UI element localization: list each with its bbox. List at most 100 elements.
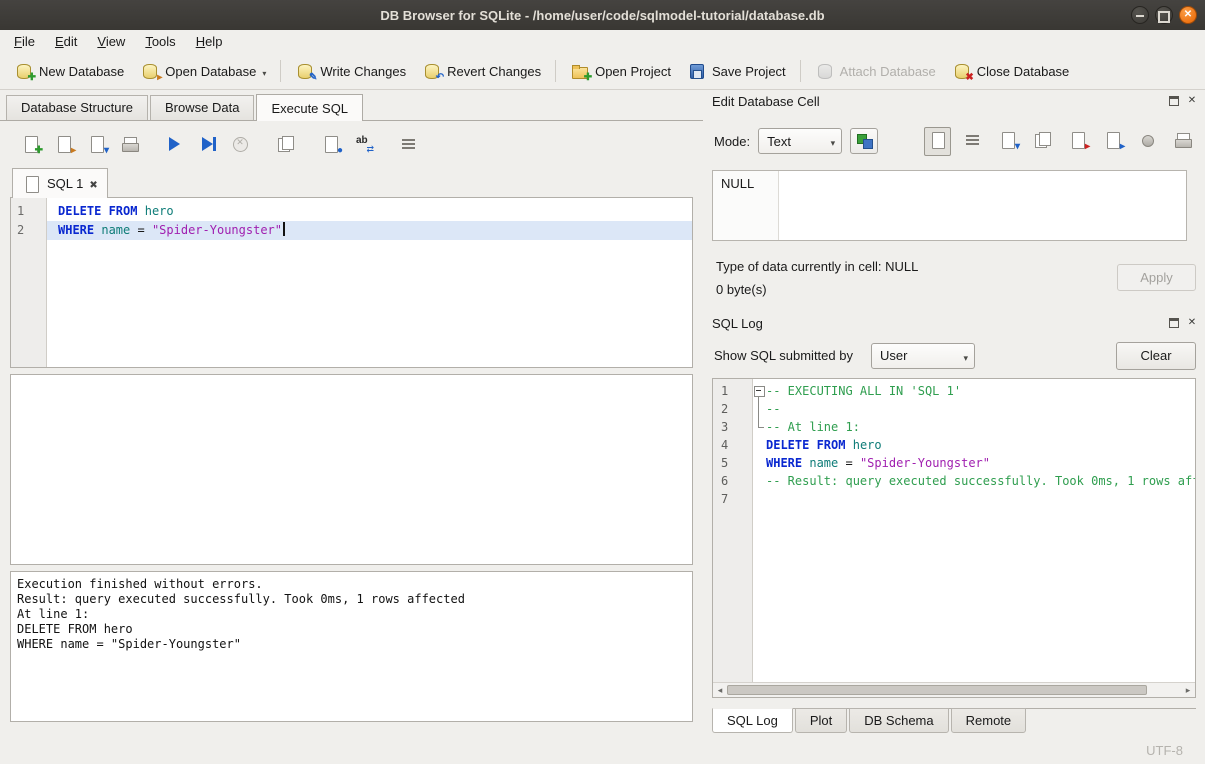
cell-edit-area[interactable]: NULL [712, 170, 1187, 241]
minimize-icon[interactable] [1131, 6, 1149, 24]
fold-marker-icon [753, 382, 766, 400]
toolbar-button-label: Revert Changes [447, 64, 541, 79]
open-database-button[interactable]: ▸Open Database [132, 57, 274, 85]
tab-plot[interactable]: Plot [795, 708, 847, 733]
horizontal-scrollbar[interactable] [713, 682, 1195, 697]
export-file-button[interactable]: ▸ [1064, 127, 1091, 156]
tab-execute-sql[interactable]: Execute SQL [256, 94, 363, 121]
auto-switch-mode-button[interactable] [850, 128, 878, 154]
line-number: 5 [713, 454, 752, 472]
close-database-button[interactable]: ✖Close Database [944, 57, 1078, 85]
chevron-down-icon[interactable] [262, 64, 266, 79]
maximize-icon[interactable] [1155, 6, 1173, 24]
text-cursor [283, 222, 285, 236]
scroll-right-icon[interactable] [1181, 684, 1195, 696]
code-token: -- EXECUTING ALL IN 'SQL 1' [766, 382, 961, 400]
execution-message-box[interactable]: Execution finished without errors.Result… [10, 571, 693, 722]
apply-button: Apply [1117, 264, 1196, 291]
word-wrap-icon [963, 131, 982, 149]
fold-marker-icon [753, 400, 766, 418]
log-filter-select[interactable]: User [871, 343, 975, 369]
close-dock-icon[interactable] [1185, 316, 1199, 330]
code-token: DELETE FROM [58, 204, 137, 218]
log-filter-label: Show SQL submitted by [714, 348, 853, 363]
tab-remote[interactable]: Remote [951, 708, 1027, 733]
save-sql-file-button[interactable]: ▾ [80, 131, 113, 160]
execute-all-icon [165, 135, 184, 153]
tab-database-structure[interactable]: Database Structure [6, 95, 148, 120]
tab-sql-1[interactable]: SQL 1 [12, 168, 108, 198]
editor-text-area[interactable]: DELETE FROM heroWHERE name = "Spider-You… [47, 198, 692, 367]
close-tab-icon[interactable] [89, 176, 97, 191]
scroll-left-icon[interactable] [713, 684, 727, 696]
title-bar[interactable]: DB Browser for SQLite - /home/user/code/… [0, 0, 1205, 30]
copy-button[interactable] [1029, 127, 1056, 156]
document-icon [22, 175, 41, 193]
mode-select[interactable]: Text [758, 128, 842, 154]
message-line: WHERE name = "Spider-Youngster" [17, 637, 686, 652]
execute-all-button[interactable] [158, 131, 191, 160]
revert-changes-button[interactable]: ↶Revert Changes [414, 57, 549, 85]
code-token: = [130, 223, 152, 237]
save-project-button[interactable]: Save Project [679, 57, 794, 85]
cell-mode-row: Mode: Text ▾▸▸ [714, 126, 1196, 156]
float-dock-icon[interactable] [1167, 316, 1181, 330]
new-database-button[interactable]: ✚New Database [6, 57, 132, 85]
mode-select-value: Text [767, 134, 791, 149]
toolbar-button-label: Write Changes [320, 64, 406, 79]
find-replace-button[interactable] [347, 131, 380, 160]
toolbar-button-label: Attach Database [840, 64, 936, 79]
import-file-button[interactable]: ▾ [994, 127, 1021, 156]
tab-sql-log[interactable]: SQL Log [712, 708, 793, 733]
clear-log-button[interactable]: Clear [1116, 342, 1196, 370]
execute-current-line-button[interactable] [191, 131, 224, 160]
word-wrap-button[interactable] [959, 127, 986, 156]
open-sql-file-button[interactable]: ▸ [47, 131, 80, 160]
open-project-button[interactable]: ✚Open Project [562, 57, 679, 85]
write-changes-icon: ✎ [295, 62, 314, 80]
text-mode-button[interactable] [924, 127, 951, 156]
save-results-button[interactable]: ● [314, 131, 347, 160]
status-bar: UTF-8 [0, 738, 1205, 764]
duplicate-tab-button[interactable] [269, 131, 302, 160]
print-button[interactable] [113, 131, 146, 160]
menu-edit[interactable]: Edit [45, 31, 87, 52]
code-token: "Spider-Youngster" [860, 454, 990, 472]
set-null-button[interactable] [1134, 127, 1161, 156]
menu-tools[interactable]: Tools [135, 31, 185, 52]
code-token: = [838, 454, 860, 472]
fold-spacer [753, 436, 766, 454]
sql-log-view[interactable]: 1234567 -- EXECUTING ALL IN 'SQL 1'---- … [712, 378, 1196, 698]
menu-file[interactable]: File [4, 31, 45, 52]
tab-db-schema[interactable]: DB Schema [849, 708, 948, 733]
line-number: 7 [713, 490, 752, 508]
sql-editor[interactable]: 12 DELETE FROM heroWHERE name = "Spider-… [10, 197, 693, 368]
print-button[interactable] [1169, 127, 1196, 156]
sql-log-dock-header: SQL Log [712, 314, 1199, 332]
menu-help[interactable]: Help [186, 31, 233, 52]
dock-tab-bar: SQL LogPlotDB SchemaRemote [712, 708, 1196, 735]
close-dock-icon[interactable] [1185, 94, 1199, 108]
close-icon[interactable] [1179, 6, 1197, 24]
duplicate-tab-icon [276, 135, 295, 153]
code-token [802, 454, 809, 472]
scrollbar-thumb[interactable] [727, 685, 1147, 695]
format-sql-button[interactable] [392, 131, 425, 160]
results-grid[interactable] [10, 374, 693, 565]
import-file-icon: ▾ [998, 131, 1017, 149]
write-changes-button[interactable]: ✎ Write Changes [287, 57, 414, 85]
tab-browse-data[interactable]: Browse Data [150, 95, 254, 120]
import-into-button[interactable]: ▸ [1099, 127, 1126, 156]
main-tab-bar: Database StructureBrowse DataExecute SQL [0, 94, 703, 121]
message-line: At line 1: [17, 607, 686, 622]
line-number: 2 [713, 400, 752, 418]
save-sql-file-icon: ▾ [87, 135, 106, 153]
chevron-down-icon [963, 349, 968, 364]
fold-marker-icon [753, 418, 766, 436]
import-into-icon: ▸ [1103, 131, 1122, 149]
log-text-area[interactable]: -- EXECUTING ALL IN 'SQL 1'---- At line … [753, 379, 1195, 697]
code-token: WHERE [766, 454, 802, 472]
new-tab-button[interactable]: ✚ [14, 131, 47, 160]
menu-view[interactable]: View [87, 31, 135, 52]
float-dock-icon[interactable] [1167, 94, 1181, 108]
